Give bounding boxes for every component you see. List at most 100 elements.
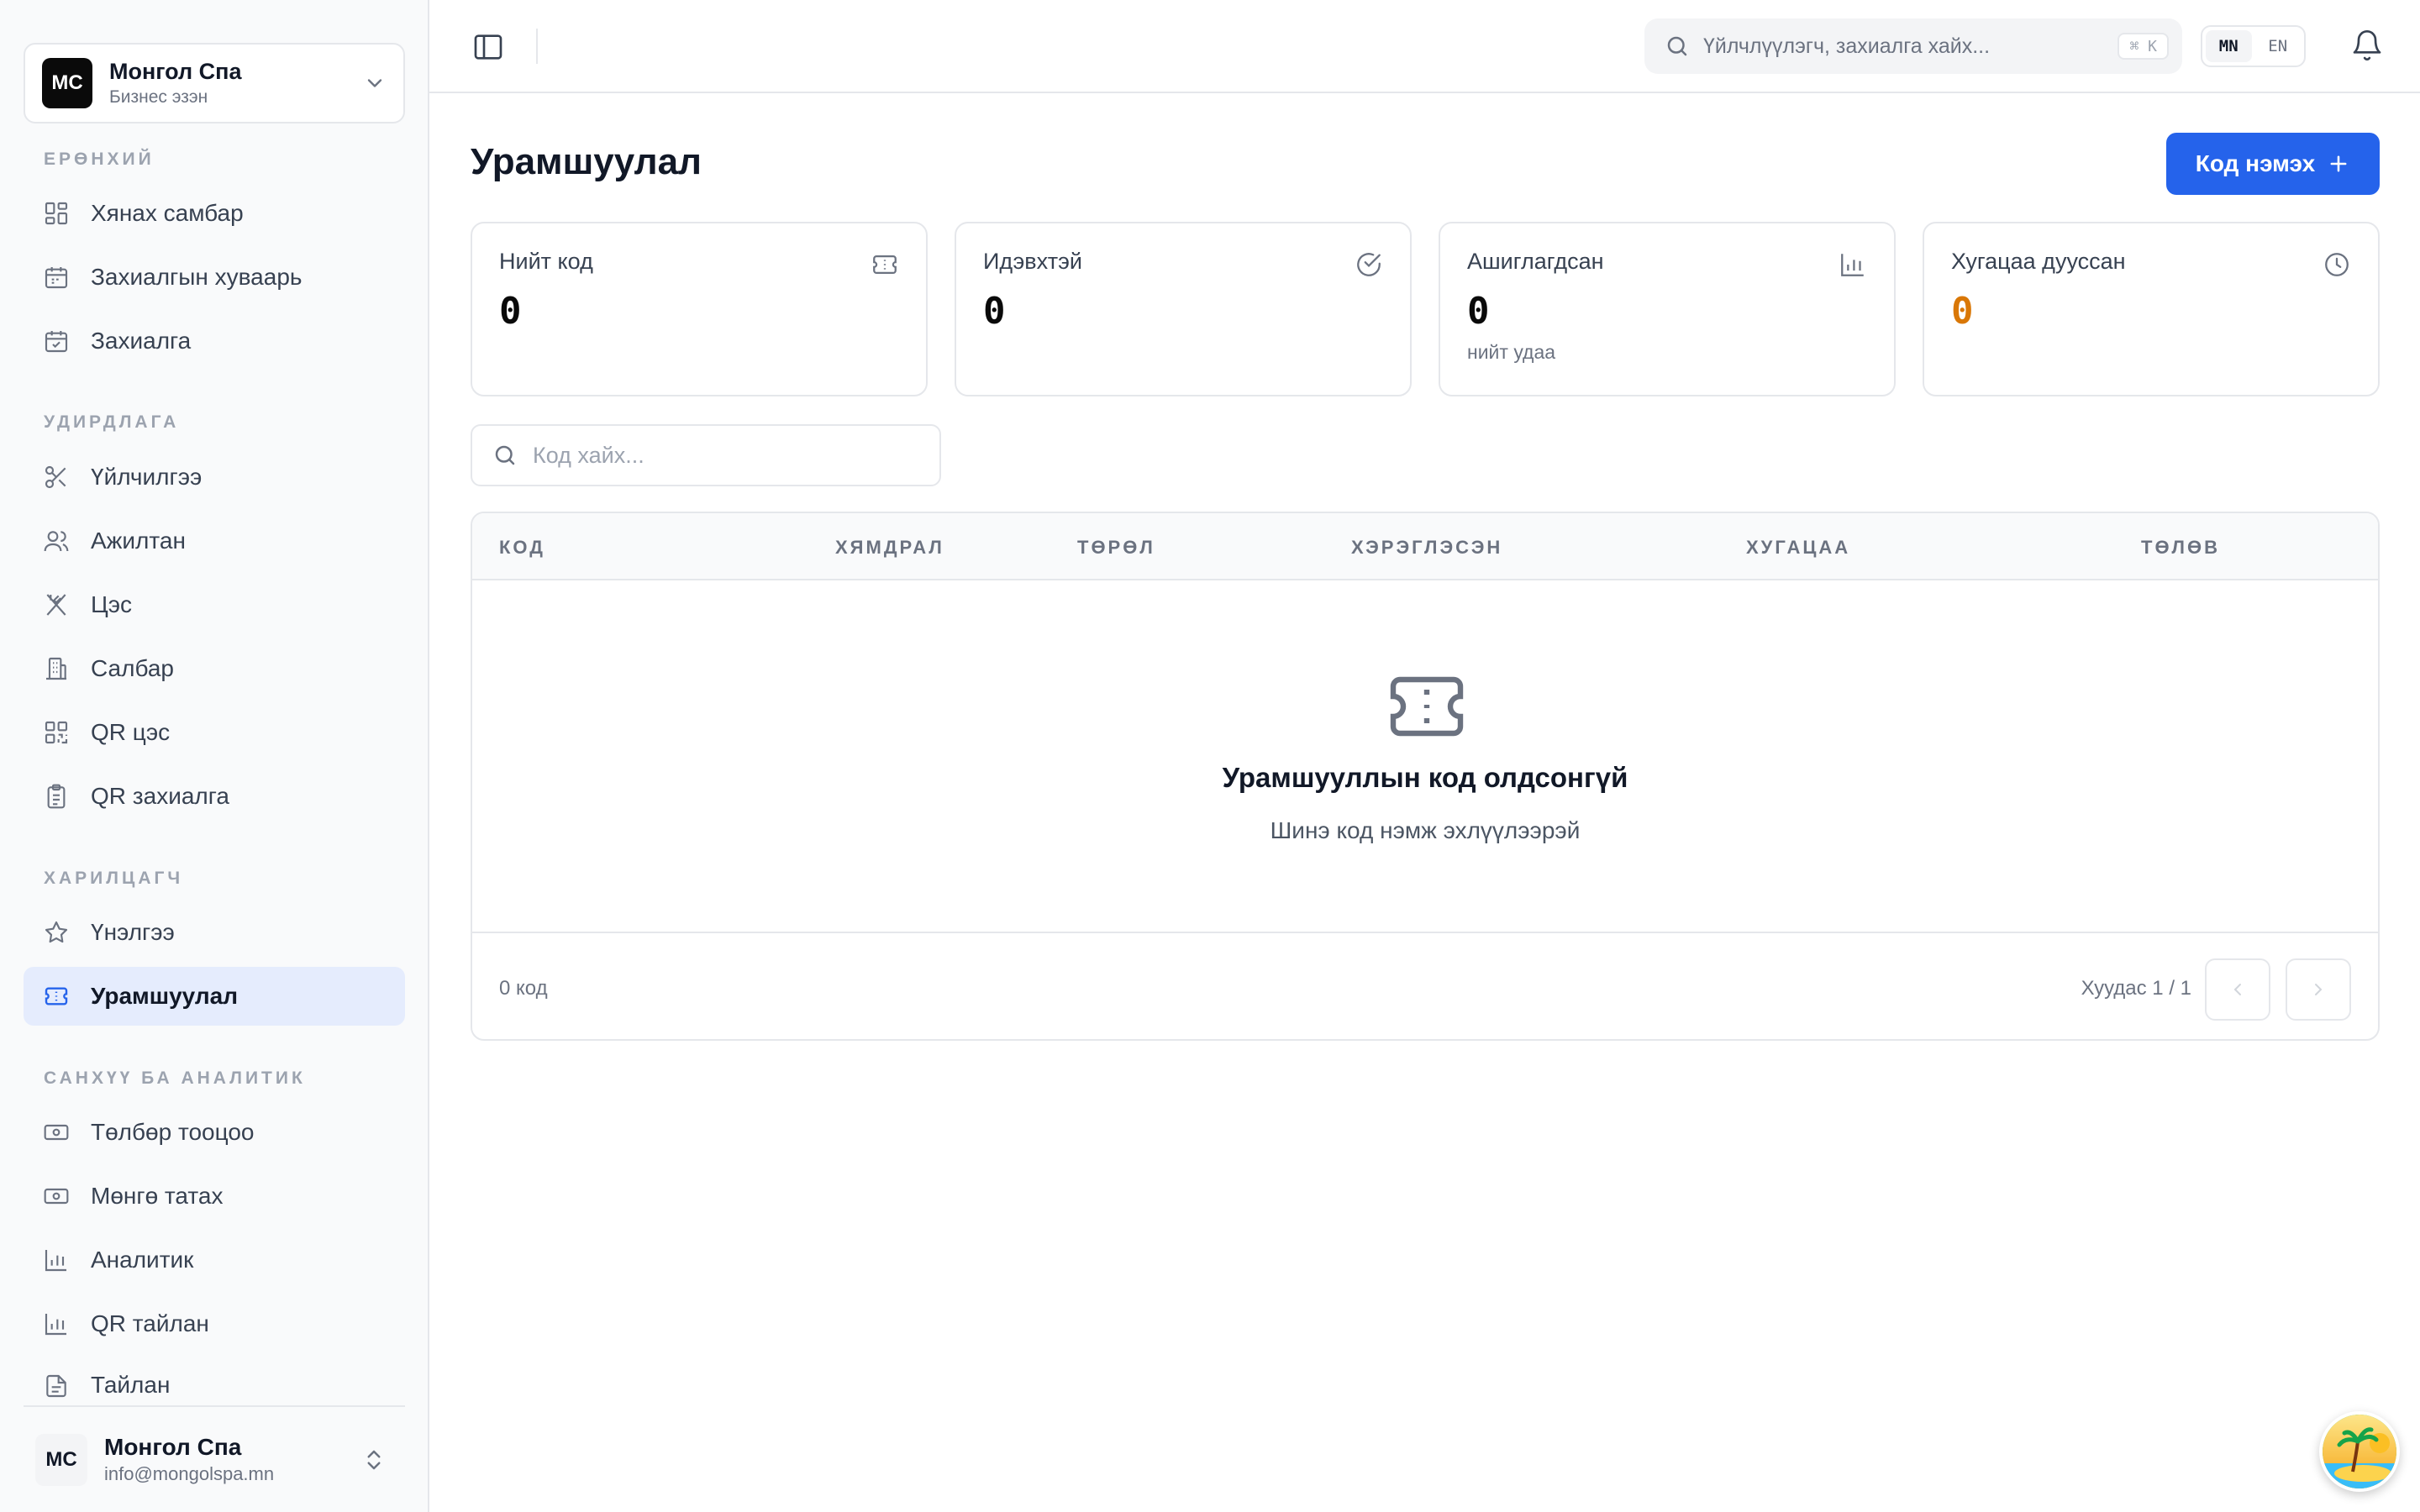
- search-icon: [495, 445, 515, 465]
- column-header-type[interactable]: ТӨРӨЛ: [1077, 537, 1155, 559]
- stat-value: 0: [499, 290, 522, 333]
- sidebar-item-label: Захиалгын хуваарь: [91, 264, 302, 290]
- bar-chart-icon: [42, 1310, 71, 1338]
- promo-table: КОД ХЯМДРАЛ ТӨРӨЛ ХЭРЭГЛЭСЭН ХУГАЦАА ТӨЛ…: [471, 512, 2380, 1041]
- sidebar-item-label: QR захиалга: [91, 783, 229, 809]
- topbar: Үйлчлүүлэгч, захиалга хайх... ⌘ K MN EN: [429, 0, 2420, 93]
- bar-chart-icon: [42, 1246, 71, 1274]
- ticket-icon: [1390, 676, 1464, 737]
- lang-en-button[interactable]: EN: [2255, 30, 2302, 62]
- nav-section-finance: САНХҮҮ БА АНАЛИТИК: [44, 1068, 306, 1088]
- stat-card-expired: Хугацаа дууссан 0: [1923, 222, 2380, 396]
- star-icon: [42, 918, 71, 947]
- business-role: Бизнес эзэн: [109, 87, 208, 107]
- empty-state-title: Урамшууллын код олдсонгүй: [1222, 762, 1628, 793]
- sidebar-item-menu[interactable]: Цэс: [24, 575, 405, 634]
- sidebar-toggle-icon[interactable]: [471, 30, 505, 64]
- stat-label: Нийт код: [499, 249, 593, 274]
- chevron-down-icon: [367, 79, 382, 87]
- sidebar-item-qr-report[interactable]: QR тайлан: [24, 1294, 405, 1353]
- banknote-icon: [42, 1182, 71, 1210]
- sidebar-item-label: Салбар: [91, 655, 174, 681]
- sidebar: MC Монгол Спа Бизнес эзэн ЕРӨНХИЙ Хянах …: [0, 0, 429, 1512]
- calendar-check-icon: [42, 327, 71, 355]
- sidebar-item-label: QR тайлан: [91, 1310, 209, 1336]
- column-header-discount[interactable]: ХЯМДРАЛ: [835, 537, 944, 559]
- column-header-status[interactable]: ТӨЛӨВ: [2141, 537, 2220, 559]
- sidebar-item-branch[interactable]: Салбар: [24, 639, 405, 698]
- file-icon: [42, 1372, 71, 1400]
- stat-sub: нийт удаа: [1467, 341, 1556, 363]
- business-info: Монгол Спа Бизнес эзэн: [109, 57, 363, 109]
- sidebar-item-staff[interactable]: Ажилтан: [24, 512, 405, 570]
- sidebar-item-label: Үнэлгээ: [91, 919, 175, 945]
- building-icon: [42, 654, 71, 683]
- sidebar-item-label: Үйлчилгээ: [91, 464, 203, 490]
- sidebar-item-label: Ажилтан: [91, 528, 186, 554]
- lang-mn-button[interactable]: MN: [2206, 30, 2252, 62]
- sidebar-item-label: Захиалга: [91, 328, 192, 354]
- column-header-expiry[interactable]: ХУГАЦАА: [1746, 537, 1850, 559]
- sidebar-item-label: Хянах самбар: [91, 200, 244, 226]
- column-header-code[interactable]: КОД: [499, 537, 545, 559]
- stat-value: 0: [983, 290, 1006, 333]
- sidebar-item-dashboard[interactable]: Хянах самбар: [24, 184, 405, 243]
- business-avatar: MC: [42, 58, 92, 108]
- code-search-placeholder: Код хайх...: [533, 442, 644, 468]
- sidebar-item-qr-menu[interactable]: QR цэс: [24, 703, 405, 762]
- sidebar-item-label: Урамшуулал: [91, 983, 238, 1009]
- stat-value: 0: [1467, 290, 1490, 333]
- chevron-right-icon: [2315, 984, 2323, 995]
- stat-card-used: Ашиглагдсан 0 нийт удаа: [1439, 222, 1896, 396]
- sidebar-item-schedule[interactable]: Захиалгын хуваарь: [24, 248, 405, 307]
- sidebar-item-label: QR цэс: [91, 719, 171, 745]
- bell-icon[interactable]: [2350, 29, 2384, 62]
- global-search-input[interactable]: Үйлчлүүлэгч, захиалга хайх... ⌘ K: [1644, 18, 2182, 74]
- code-search-input[interactable]: Код хайх...: [471, 424, 941, 486]
- next-page-button[interactable]: [2286, 958, 2351, 1021]
- sidebar-item-label: Мөнгө татах: [91, 1183, 224, 1209]
- language-switcher: MN EN: [2201, 25, 2306, 67]
- users-icon: [42, 527, 71, 555]
- ticket-icon: [873, 255, 897, 275]
- add-code-button[interactable]: Код нэмэх: [2166, 133, 2380, 195]
- page-indicator: Хуудас 1 / 1: [2081, 977, 2191, 1000]
- business-name: Монгол Спа: [109, 59, 242, 84]
- dashboard-icon: [42, 199, 71, 228]
- shortcut-badge: ⌘ K: [2118, 33, 2169, 60]
- sidebar-item-label: Тайлан: [91, 1372, 171, 1398]
- scissors-icon: [42, 463, 71, 491]
- stat-card-active: Идэвхтэй 0: [955, 222, 1412, 396]
- sidebar-item-analytics[interactable]: Аналитик: [24, 1231, 405, 1289]
- chevrons-up-down-icon: [367, 1450, 381, 1469]
- add-code-label: Код нэмэх: [2195, 150, 2316, 176]
- sidebar-item-bookings[interactable]: Захиалга: [24, 312, 405, 370]
- sidebar-item-report[interactable]: Тайлан: [24, 1358, 405, 1405]
- user-email: info@mongolspa.mn: [104, 1462, 275, 1484]
- toolbar-divider: [536, 29, 538, 64]
- clipboard-icon: [42, 782, 71, 811]
- stat-value: 0: [1951, 290, 1974, 333]
- qr-icon: [42, 718, 71, 747]
- assistant-avatar-icon[interactable]: [2319, 1411, 2400, 1492]
- avatar: MC: [35, 1433, 87, 1486]
- user-menu[interactable]: MC Монгол Спа info@mongolspa.mn: [24, 1405, 405, 1512]
- sidebar-item-services[interactable]: Үйлчилгээ: [24, 448, 405, 507]
- stat-label: Хугацаа дууссан: [1951, 249, 2126, 274]
- check-circle-icon: [1357, 253, 1381, 276]
- column-header-used[interactable]: ХЭРЭГЛЭСЭН: [1351, 537, 1502, 559]
- sidebar-item-reviews[interactable]: Үнэлгээ: [24, 903, 405, 962]
- plus-icon: [2330, 155, 2347, 172]
- sidebar-item-qr-orders[interactable]: QR захиалга: [24, 767, 405, 826]
- clock-icon: [2325, 253, 2349, 276]
- user-name: Монгол Спа: [104, 1433, 242, 1460]
- sidebar-item-label: Аналитик: [91, 1247, 194, 1273]
- prev-page-button[interactable]: [2205, 958, 2270, 1021]
- business-switcher[interactable]: MC Монгол Спа Бизнес эзэн: [24, 43, 405, 123]
- sidebar-item-payments[interactable]: Төлбөр тооцоо: [24, 1103, 405, 1162]
- banknote-icon: [42, 1118, 71, 1147]
- nav-section-general: ЕРӨНХИЙ: [44, 150, 155, 169]
- sidebar-item-promotions[interactable]: Урамшуулал: [24, 967, 405, 1026]
- ticket-icon: [42, 982, 71, 1011]
- sidebar-item-withdraw[interactable]: Мөнгө татах: [24, 1167, 405, 1226]
